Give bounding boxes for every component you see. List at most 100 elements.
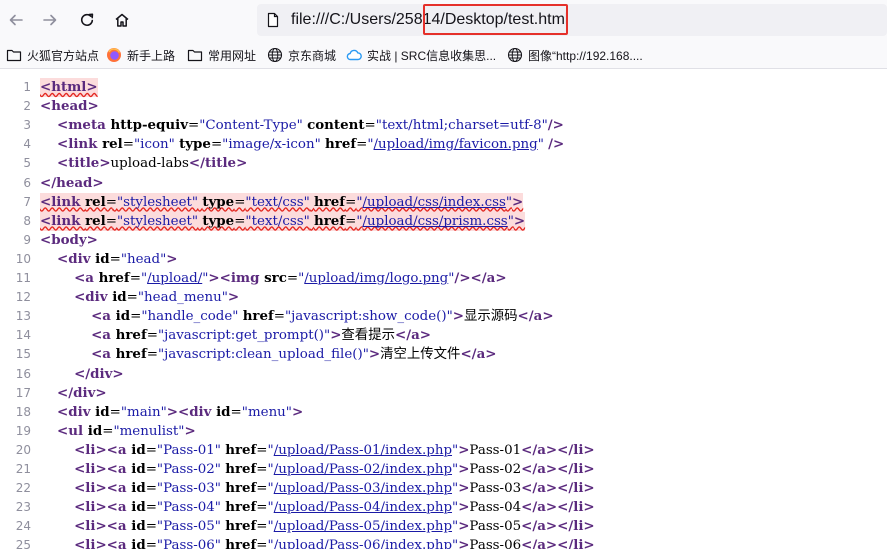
source-link[interactable]: /upload/Pass-05/index.php [274, 519, 452, 534]
source-link[interactable]: /upload/img/logo.png [304, 271, 448, 286]
source-link[interactable]: /upload/css/index.css [362, 195, 505, 210]
code-token: 查看提示 [341, 328, 395, 344]
code-token: <li><a [74, 441, 132, 458]
bookmark-label: 火狐官方站点 [27, 48, 100, 63]
home-button[interactable] [108, 6, 136, 34]
source-view: 1 <html> 2 <head> 3 <meta http-equiv="Conten… [0, 70, 887, 549]
bookmark-label: 新手上路 [127, 48, 176, 63]
source-link[interactable]: /upload/Pass-04/index.php [274, 500, 452, 515]
code-token: <div [57, 250, 96, 267]
source-line: 6 </head> [0, 174, 887, 193]
source-link[interactable]: /upload/css/prism.css [362, 214, 507, 229]
line-number: 17 [15, 385, 31, 400]
source-link[interactable]: /upload/Pass-02/index.php [274, 462, 452, 477]
bookmark-image-link[interactable]: 图像“http://192.168.... [507, 46, 643, 64]
code-token: "menulist" [113, 423, 185, 439]
code-token: </a></li> [521, 461, 595, 477]
bookmark-getting-started[interactable]: 新手上路 [106, 46, 175, 64]
code-token: id [115, 308, 131, 325]
code-token: > [227, 289, 240, 306]
code-token: ><img [208, 270, 265, 286]
code-token: </a> [460, 346, 497, 363]
code-token: = [286, 271, 299, 286]
code-token: "menu" [241, 404, 292, 420]
code-token: "text/css" [245, 194, 310, 210]
code-token: > [458, 537, 470, 549]
code-token: <div [57, 403, 96, 420]
code-token: "Pass-01" [156, 442, 221, 458]
code-token: "javascript:clean_upload_file()" [157, 347, 369, 363]
bookmark-jd[interactable]: 京东商城 [267, 46, 336, 64]
line-code: <link rel="stylesheet" type="text/css" h… [40, 192, 524, 212]
code-token: = [130, 309, 142, 325]
source-link[interactable]: /upload/ [147, 271, 202, 286]
code-token: href [225, 518, 257, 535]
bookmark-label: 实战 | SRC信息收集思... [367, 48, 497, 63]
back-button[interactable] [2, 6, 30, 34]
code-token: href [225, 441, 257, 458]
url-bar[interactable]: file:///C:/Users/25814/Desktop/test.html [257, 4, 887, 36]
code-token: content [307, 117, 365, 134]
arrow-left-icon [9, 14, 23, 26]
home-icon [115, 13, 129, 27]
source-line: 2 <head> [0, 97, 887, 116]
line-number: 18 [15, 404, 31, 419]
code-token: "main" [120, 404, 167, 420]
source-line: 19 <ul id="menulist"> [0, 422, 887, 441]
bookmark-common-sites[interactable]: 常用网址 [187, 46, 256, 64]
line-code: <title>upload-labs</title> [40, 154, 247, 173]
line-number: 4 [23, 137, 31, 152]
line-code: <link rel="icon" type="image/x-icon" hre… [40, 135, 564, 154]
code-token: id [131, 537, 146, 549]
code-token: src [264, 270, 287, 286]
source-line: 13 <a id="handle_code" href="javascript:… [0, 307, 887, 326]
code-token: </a> [394, 327, 431, 344]
code-token: = [105, 194, 117, 210]
code-token: <link [40, 193, 86, 210]
source-line: 15 <a href="javascript:clean_upload_file… [0, 345, 887, 364]
source-line: 11 <a href="/upload/"><img src="/upload/… [0, 269, 887, 288]
source-line: 17 </div> [0, 384, 887, 403]
code-token: /> [548, 136, 565, 153]
code-token: <div [74, 289, 113, 306]
code-token: <html> [40, 79, 98, 95]
code-token: </div> [57, 384, 107, 401]
globe-icon [267, 47, 283, 63]
code-token: = [256, 462, 268, 477]
bookmark-firefox-official[interactable]: 火狐官方站点 [6, 46, 99, 64]
globe-icon [507, 47, 523, 63]
line-number: 16 [15, 366, 31, 381]
code-token: = [345, 213, 357, 229]
reload-button[interactable] [73, 6, 101, 34]
code-token: href [115, 346, 147, 363]
code-token: "stylesheet" [116, 213, 199, 229]
code-token: http-equiv [110, 117, 188, 134]
forward-button[interactable] [36, 6, 64, 34]
code-token: id [131, 499, 146, 516]
code-token: = [145, 519, 157, 535]
line-code: <head> [40, 97, 99, 116]
source-link[interactable]: /upload/Pass-06/index.php [274, 538, 452, 549]
source-link[interactable]: /upload/img/favicon.png [374, 137, 538, 152]
source-line: 10 <div id="head"> [0, 250, 887, 269]
line-code: <li><a id="Pass-04" href="/upload/Pass-0… [40, 498, 595, 517]
source-link[interactable]: /upload/Pass-03/index.php [274, 481, 452, 496]
code-token: = [109, 404, 121, 420]
bookmark-src-info[interactable]: 实战 | SRC信息收集思... [346, 46, 496, 64]
code-token: <title> [57, 155, 111, 172]
code-token: upload-labs [110, 156, 189, 172]
code-token: <link [57, 136, 103, 153]
code-token: id [131, 518, 146, 535]
code-token: </a></li> [521, 499, 595, 516]
source-link[interactable]: /upload/Pass-01/index.php [274, 443, 452, 458]
code-token: </a></li> [521, 441, 595, 458]
source-line: 7 <link rel="stylesheet" type="text/css" … [0, 192, 887, 212]
line-code: </div> [40, 365, 124, 384]
source-line: 24 <li><a id="Pass-05" href="/upload/Pas… [0, 517, 887, 536]
code-token: <li><a [74, 480, 132, 497]
code-token: "stylesheet" [116, 194, 199, 210]
